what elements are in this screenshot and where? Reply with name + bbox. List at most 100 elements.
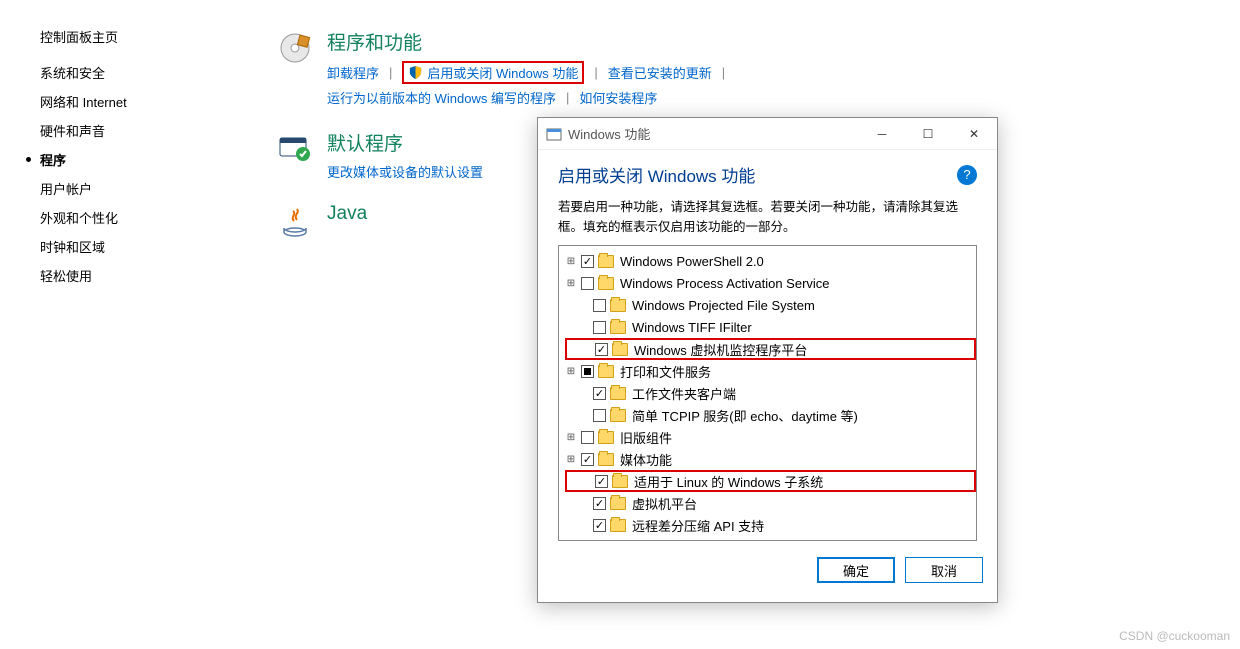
active-bullet-icon [26,157,31,162]
run-old-programs-link[interactable]: 运行为以前版本的 Windows 编写的程序 [327,88,556,107]
sidebar-item-7[interactable]: 轻松使用 [20,261,220,290]
uninstall-program-link[interactable]: 卸载程序 [327,63,379,82]
dialog-heading: 启用或关闭 Windows 功能 [558,162,755,187]
feature-label: Windows TIFF IFilter [632,320,752,335]
feature-checkbox[interactable] [581,255,594,268]
defaults-icon [275,129,315,169]
folder-icon [610,299,626,312]
programs-icon [275,28,315,68]
sidebar-item-1[interactable]: 网络和 Internet [20,87,220,116]
feature-row[interactable]: ⊞Windows PowerShell 2.0 [565,250,976,272]
feature-label: 媒体功能 [620,450,672,469]
feature-row[interactable]: 工作文件夹客户端 [565,382,976,404]
feature-checkbox[interactable] [595,475,608,488]
feature-label: 远程差分压缩 API 支持 [632,516,764,535]
feature-checkbox[interactable] [593,299,606,312]
feature-checkbox[interactable] [593,497,606,510]
dialog-description: 若要启用一种功能，请选择其复选框。若要关闭一种功能，请清除其复选框。填充的框表示… [558,197,977,237]
feature-checkbox[interactable] [593,519,606,532]
feature-row[interactable]: 适用于 Linux 的 Windows 子系统 [565,470,976,492]
defaults-title: 默认程序 [327,129,483,156]
dialog-heading-row: 启用或关闭 Windows 功能 ? [558,162,977,187]
feature-checkbox[interactable] [581,365,594,378]
sidebar-item-2[interactable]: 硬件和声音 [20,116,220,145]
separator: | [722,65,725,80]
folder-icon [598,365,614,378]
feature-row[interactable]: 简单 TCPIP 服务(即 echo、daytime 等) [565,404,976,426]
sidebar-title: 控制面板主页 [20,22,220,58]
turn-windows-features-highlight: 启用或关闭 Windows 功能 [402,61,584,84]
programs-title: 程序和功能 [327,28,735,55]
feature-label: 打印和文件服务 [620,362,711,381]
feature-label: 工作文件夹客户端 [632,384,736,403]
folder-icon [610,409,626,422]
feature-row[interactable]: Windows Projected File System [565,294,976,316]
features-tree[interactable]: ⊞Windows PowerShell 2.0⊞Windows Process … [558,245,977,541]
how-install-link[interactable]: 如何安装程序 [579,88,657,107]
feature-checkbox[interactable] [595,343,608,356]
turn-windows-features-link[interactable]: 启用或关闭 Windows 功能 [427,63,578,82]
cancel-button[interactable]: 取消 [905,557,983,583]
feature-checkbox[interactable] [593,409,606,422]
folder-icon [598,431,614,444]
sidebar-item-0[interactable]: 系统和安全 [20,58,220,87]
folder-icon [610,497,626,510]
sidebar-item-4[interactable]: 用户帐户 [20,174,220,203]
java-icon [275,203,315,243]
windows-features-dialog: Windows 功能 ─ ☐ ✕ 启用或关闭 Windows 功能 ? 若要启用… [537,117,998,603]
sidebar-item-3[interactable]: 程序 [20,145,220,174]
help-icon[interactable]: ? [957,165,977,185]
expander-icon[interactable]: ⊞ [565,278,577,289]
feature-row[interactable]: 虚拟机平台 [565,492,976,514]
feature-row[interactable]: ⊞ 媒体功能 [565,448,976,470]
feature-checkbox[interactable] [593,321,606,334]
feature-label: Windows 虚拟机监控程序平台 [634,340,807,359]
dialog-icon [546,126,562,142]
sidebar-item-5[interactable]: 外观和个性化 [20,203,220,232]
folder-icon [612,343,628,356]
feature-checkbox[interactable] [581,453,594,466]
folder-icon [610,321,626,334]
separator: | [594,65,597,80]
expander-icon[interactable]: ⊞ [565,454,577,465]
feature-label: 虚拟机平台 [632,494,697,513]
feature-row[interactable]: ⊞ Windows Process Activation Service [565,272,976,294]
folder-icon [610,387,626,400]
control-panel-sidebar: 控制面板主页 系统和安全网络和 Internet硬件和声音程序用户帐户外观和个性… [20,22,220,290]
maximize-button[interactable]: ☐ [905,118,951,150]
dialog-button-row: 确定 取消 [538,547,997,597]
folder-icon [598,255,614,268]
folder-icon [598,277,614,290]
feature-label: Windows Process Activation Service [620,276,830,291]
ok-button[interactable]: 确定 [817,557,895,583]
feature-label: 适用于 Linux 的 Windows 子系统 [634,472,823,491]
feature-row[interactable]: 远程差分压缩 API 支持 [565,514,976,536]
java-title: Java [327,203,367,225]
expander-icon[interactable]: ⊞ [565,432,577,443]
separator: | [566,90,569,105]
dialog-titlebar: Windows 功能 ─ ☐ ✕ [538,118,997,150]
feature-checkbox[interactable] [581,431,594,444]
feature-row[interactable]: ⊞ 打印和文件服务 [565,360,976,382]
feature-checkbox[interactable] [581,277,594,290]
sidebar-item-6[interactable]: 时钟和区域 [20,232,220,261]
feature-label: 简单 TCPIP 服务(即 echo、daytime 等) [632,406,858,425]
feature-row[interactable]: ⊞ 旧版组件 [565,426,976,448]
feature-label: 旧版组件 [620,428,672,447]
folder-icon [598,453,614,466]
expander-icon[interactable]: ⊞ [565,366,577,377]
change-defaults-link[interactable]: 更改媒体或设备的默认设置 [327,165,483,180]
folder-icon [612,475,628,488]
minimize-button[interactable]: ─ [859,118,905,150]
feature-label: Windows Projected File System [632,298,815,313]
separator: | [389,65,392,80]
feature-row[interactable]: Windows TIFF IFilter [565,316,976,338]
expander-icon[interactable]: ⊞ [565,256,577,267]
feature-row[interactable]: Windows 虚拟机监控程序平台 [565,338,976,360]
dialog-body: 启用或关闭 Windows 功能 ? 若要启用一种功能，请选择其复选框。若要关闭… [538,150,997,547]
shield-icon [408,65,423,80]
close-button[interactable]: ✕ [951,118,997,150]
view-installed-updates-link[interactable]: 查看已安装的更新 [608,63,712,82]
feature-checkbox[interactable] [593,387,606,400]
watermark: CSDN @cuckooman [1119,629,1230,643]
